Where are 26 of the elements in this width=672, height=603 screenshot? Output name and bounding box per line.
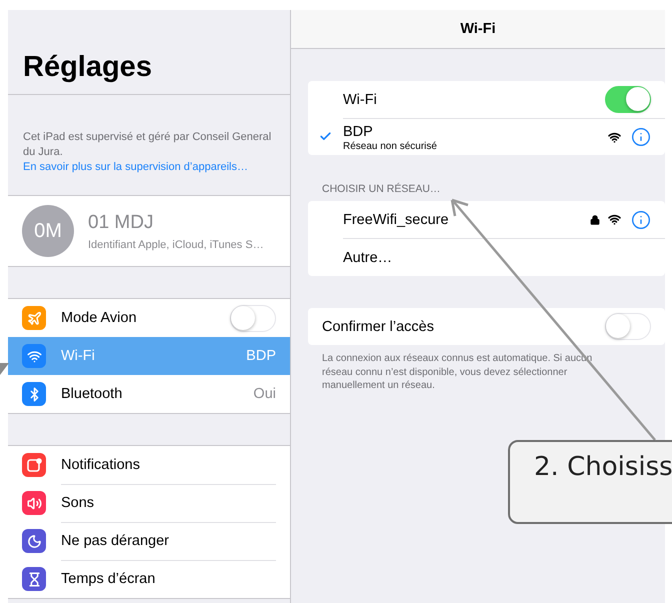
- hourglass-icon: [22, 567, 46, 591]
- network-status: Réseau non sécurisé: [343, 140, 438, 152]
- page-title: Wi-Fi: [460, 21, 496, 37]
- pointer-arrowhead: [0, 363, 9, 375]
- ask-join-label: Confirmer l’accès: [322, 318, 435, 334]
- moon-icon: [22, 529, 46, 553]
- wifi-label: Wi-Fi: [343, 92, 378, 108]
- airplane-icon: [22, 306, 46, 330]
- avatar-initials: 0M: [22, 205, 74, 257]
- network-name[interactable]: Autre…: [343, 250, 651, 266]
- account-subtitle: Identifiant Apple, iCloud, iTunes S…: [88, 238, 264, 250]
- wifi-icon: [22, 344, 46, 368]
- network-name[interactable]: FreeWifi_secure: [343, 212, 590, 228]
- toggle-switch[interactable]: [605, 86, 651, 113]
- notifications-icon: [22, 453, 46, 477]
- callout-text: 2. Choisiss: [534, 452, 672, 482]
- wifi-signal-icon: [608, 213, 621, 226]
- section-header: CHOISIR UN RÉSEAU…: [322, 183, 442, 195]
- info-icon[interactable]: [631, 210, 651, 230]
- settings-title: Réglages: [23, 51, 152, 84]
- account-name: 01 MDJ: [88, 212, 154, 234]
- info-icon[interactable]: [631, 127, 651, 147]
- bluetooth-icon: [22, 382, 46, 406]
- speaker-icon: [22, 491, 46, 515]
- wifi-signal-icon: [608, 130, 621, 144]
- network-name[interactable]: BDP: [343, 124, 373, 140]
